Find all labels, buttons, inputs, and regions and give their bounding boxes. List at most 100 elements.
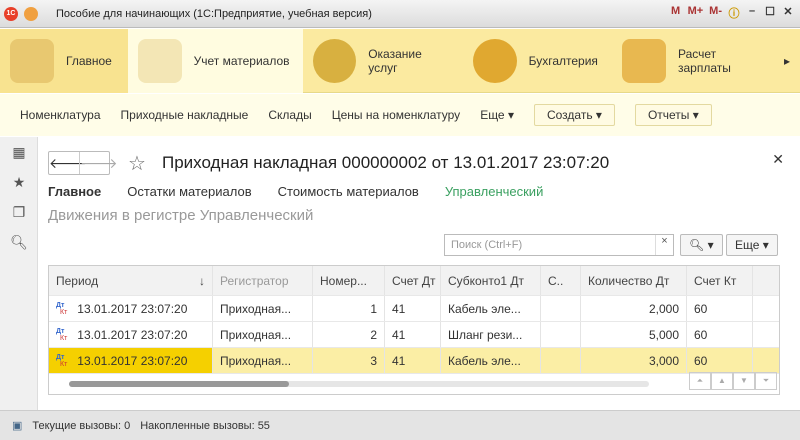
apps-grid-icon[interactable]: ▦ bbox=[0, 137, 38, 167]
table-cell: Кабель эле... bbox=[441, 348, 541, 373]
document-title: Приходная накладная 000000002 от 13.01.2… bbox=[162, 153, 610, 172]
table-row[interactable]: Дт Кт 13.01.2017 23:07:20 Приходная... 2 41 Шл… bbox=[49, 322, 779, 348]
m-minus-button[interactable]: M- bbox=[709, 5, 722, 21]
m-plus-button[interactable]: M+ bbox=[688, 5, 704, 21]
column-header[interactable]: Субконто1 Дт bbox=[441, 266, 541, 295]
table-cell: 41 bbox=[385, 322, 441, 347]
movement-dk-icon: Дт Кт bbox=[56, 301, 68, 316]
link-more[interactable]: Еще ▾ bbox=[480, 108, 514, 122]
table-cell: 5,000 bbox=[581, 322, 687, 347]
current-calls: Текущие вызовы: 0 bbox=[32, 419, 131, 432]
search-button[interactable]: 🔍︎ ▾ bbox=[680, 234, 723, 256]
table-cell: Дт Кт 13.01.2017 23:07:20 bbox=[49, 322, 213, 347]
horizontal-scrollbar[interactable] bbox=[63, 378, 663, 388]
last-page-icon[interactable]: ⏷ bbox=[755, 372, 777, 390]
table-cell: Приходная... bbox=[213, 322, 313, 347]
maximize-icon[interactable]: ☐ bbox=[764, 5, 776, 21]
lamp-icon bbox=[10, 39, 54, 83]
movement-dk-icon: Дт Кт bbox=[56, 353, 68, 368]
scroll-right-icon[interactable]: ▸ bbox=[784, 54, 790, 68]
history-icon[interactable]: ❐ bbox=[0, 197, 38, 227]
close-window-icon[interactable]: ✕ bbox=[782, 5, 794, 21]
tab-management[interactable]: Управленческий bbox=[445, 184, 544, 199]
column-header[interactable]: С.. bbox=[541, 266, 581, 295]
title-bar: 1C Пособие для начинающих (1С:Предприяти… bbox=[0, 0, 800, 28]
m-button[interactable]: M bbox=[670, 5, 682, 21]
table-cell: 60 bbox=[687, 296, 753, 321]
link-warehouses[interactable]: Склады bbox=[268, 108, 311, 122]
calls-icon: ▣ bbox=[12, 420, 23, 432]
status-bar: ▣ Текущие вызовы: 0 Накопленные вызовы: … bbox=[0, 410, 800, 440]
search-input[interactable]: Поиск (Ctrl+F) × bbox=[444, 234, 674, 256]
favorite-star-icon[interactable]: ☆ bbox=[128, 151, 146, 176]
payroll-icon bbox=[622, 39, 666, 83]
table-cell: 2 bbox=[313, 322, 385, 347]
table-cell: Дт Кт 13.01.2017 23:07:20 bbox=[49, 348, 213, 373]
tab-stock[interactable]: Остатки материалов bbox=[127, 184, 251, 199]
prev-icon[interactable]: ▲ bbox=[711, 372, 733, 390]
close-form-icon[interactable]: ✕ bbox=[772, 151, 784, 168]
table-cell bbox=[541, 296, 581, 321]
period-value: 13.01.2017 23:07:20 bbox=[77, 301, 188, 316]
table-cell: 3,000 bbox=[581, 348, 687, 373]
movement-dk-icon: Дт Кт bbox=[56, 327, 68, 342]
table-cell: 41 bbox=[385, 348, 441, 373]
forward-button[interactable]: 🡒 bbox=[79, 152, 118, 174]
column-header[interactable]: Счет Дт bbox=[385, 266, 441, 295]
column-header[interactable]: Регистратор bbox=[213, 266, 313, 295]
next-icon[interactable]: ▼ bbox=[733, 372, 755, 390]
worker-icon bbox=[313, 39, 357, 83]
section-payroll[interactable]: Расчет зарплаты ▸ bbox=[612, 29, 800, 93]
table-cell: 60 bbox=[687, 322, 753, 347]
info-icon[interactable]: ⓘ bbox=[728, 5, 740, 21]
section-main[interactable]: Главное bbox=[0, 29, 128, 93]
favorites-star-icon[interactable]: ★ bbox=[0, 167, 38, 197]
section-label: Оказание услуг bbox=[368, 47, 422, 75]
app-logo-icon[interactable]: 1C bbox=[4, 6, 18, 21]
table-row[interactable]: Дт Кт 13.01.2017 23:07:20 Приходная... 1 41 Ка… bbox=[49, 296, 779, 322]
tab-main[interactable]: Главное bbox=[48, 184, 101, 199]
sort-desc-icon[interactable]: ↓ bbox=[199, 274, 205, 288]
movements-table: Период ↓ Регистратор Номер... Счет Дт Субконт… bbox=[48, 265, 780, 395]
period-value: 13.01.2017 23:07:20 bbox=[77, 353, 188, 368]
table-cell bbox=[541, 348, 581, 373]
section-label: Бухгалтерия bbox=[528, 54, 598, 68]
clear-icon[interactable]: × bbox=[655, 235, 673, 255]
link-prices[interactable]: Цены на номенклатуру bbox=[332, 108, 460, 122]
back-button[interactable]: 🡐 bbox=[49, 152, 87, 174]
table-header: Период ↓ Регистратор Номер... Счет Дт Субконт… bbox=[49, 266, 779, 296]
column-header[interactable]: Период ↓ bbox=[49, 266, 213, 295]
column-header[interactable]: Номер... bbox=[313, 266, 385, 295]
section-accounting[interactable]: Бухгалтерия bbox=[463, 29, 613, 93]
reports-button[interactable]: Отчеты ▾ bbox=[634, 104, 712, 126]
column-header[interactable]: Счет Кт bbox=[687, 266, 753, 295]
table-cell: Приходная... bbox=[213, 296, 313, 321]
section-label: Главное bbox=[66, 54, 112, 68]
menu-icon[interactable] bbox=[24, 6, 38, 21]
section-materials[interactable]: Учет материалов bbox=[127, 29, 304, 93]
section-label: Расчет зарплаты bbox=[677, 47, 731, 75]
link-nomenclature[interactable]: Номенклатура bbox=[20, 108, 101, 122]
table-cell: Кабель эле... bbox=[441, 296, 541, 321]
search-placeholder: Поиск (Ctrl+F) bbox=[451, 239, 523, 251]
table-cell: 41 bbox=[385, 296, 441, 321]
table-cell: 60 bbox=[687, 348, 753, 373]
scrollbar-thumb[interactable] bbox=[69, 381, 289, 387]
register-heading: Движения в регистре Управленческий bbox=[48, 207, 314, 224]
table-cell: Приходная... bbox=[213, 348, 313, 373]
table-cell: Дт Кт 13.01.2017 23:07:20 bbox=[49, 296, 213, 321]
column-header[interactable]: Количество Дт bbox=[581, 266, 687, 295]
minimize-icon[interactable]: – bbox=[746, 5, 758, 21]
checklist-icon bbox=[137, 39, 182, 83]
link-receipts[interactable]: Приходные накладные bbox=[121, 108, 249, 122]
search-icon[interactable]: 🔍︎ bbox=[0, 227, 38, 257]
create-button[interactable]: Создать ▾ bbox=[533, 104, 615, 126]
first-page-icon[interactable]: ⏶ bbox=[689, 372, 711, 390]
window-title: Пособие для начинающих (1С:Предприятие, … bbox=[56, 7, 372, 20]
navigation-panel: Номенклатура Приходные накладные Склады … bbox=[0, 94, 800, 136]
table-row[interactable]: Дт Кт 13.01.2017 23:07:20 Приходная... 3 41 Ка… bbox=[49, 348, 779, 374]
period-value: 13.01.2017 23:07:20 bbox=[77, 327, 188, 342]
more-button[interactable]: Еще ▾ bbox=[726, 234, 778, 256]
tab-cost[interactable]: Стоимость материалов bbox=[278, 184, 419, 199]
section-services[interactable]: Оказание услуг bbox=[303, 29, 463, 93]
